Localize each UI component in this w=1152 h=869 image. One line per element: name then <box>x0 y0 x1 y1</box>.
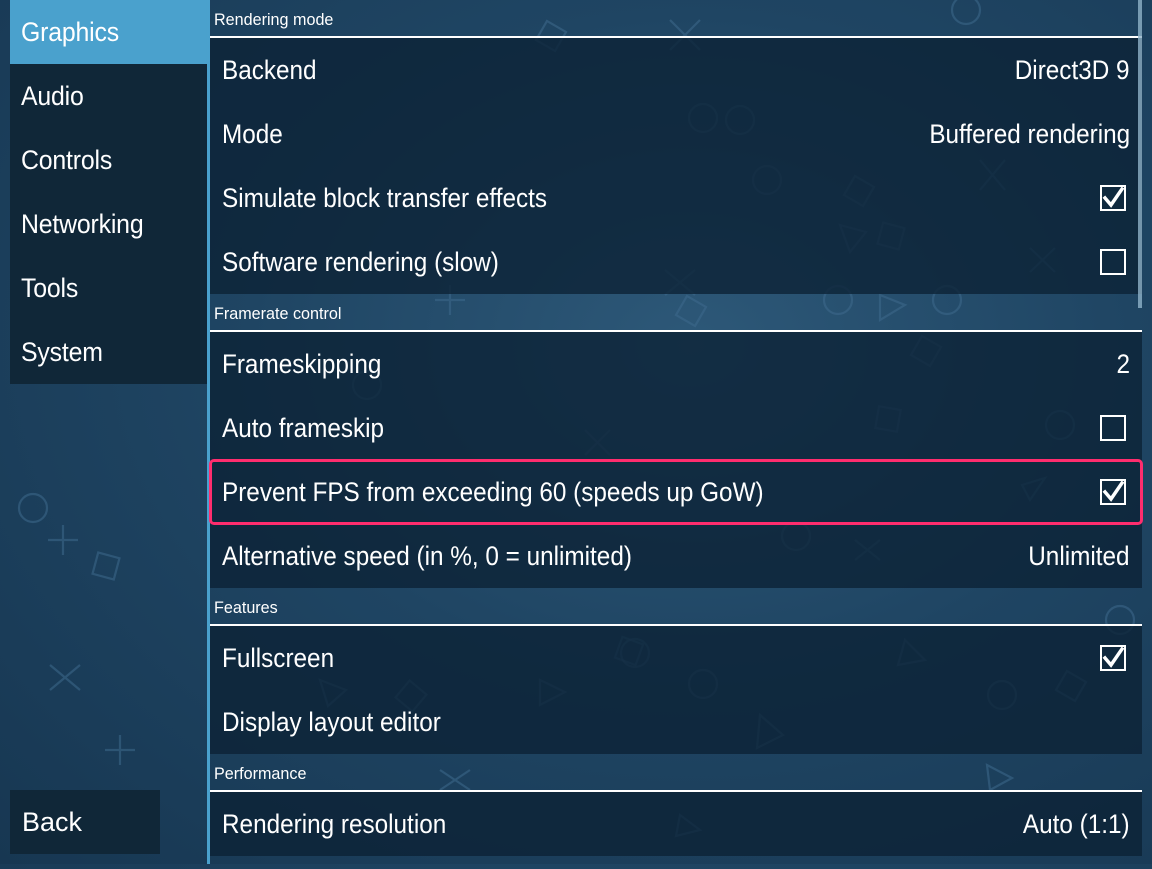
section-title: Features <box>214 598 278 617</box>
mode-setting[interactable]: Mode Buffered rendering <box>210 102 1142 166</box>
back-button[interactable]: Back <box>10 790 160 854</box>
tab-system[interactable]: System <box>10 320 207 384</box>
checkmark-icon <box>1102 481 1124 502</box>
setting-value: Direct3D 9 <box>1015 54 1130 85</box>
rendering-resolution-setting[interactable]: Rendering resolution Auto (1:1) <box>210 792 1142 856</box>
setting-label: Auto frameskip <box>222 412 385 443</box>
section-header-features: Features <box>210 588 1142 626</box>
setting-label: Software rendering (slow) <box>222 246 499 277</box>
setting-value: Buffered rendering <box>929 118 1130 149</box>
tab-controls-label: Controls <box>10 128 207 192</box>
tab-graphics[interactable]: Graphics <box>10 0 207 64</box>
section-title: Performance <box>214 764 307 783</box>
alternative-speed-setting[interactable]: Alternative speed (in %, 0 = unlimited) … <box>210 524 1142 588</box>
framerate-control-group: Frameskipping 2 Auto frameskip Prevent F… <box>209 332 1143 588</box>
back-button-label: Back <box>22 806 83 837</box>
auto-frameskip-setting[interactable]: Auto frameskip <box>210 396 1142 460</box>
prevent-fps-checkbox[interactable] <box>1100 479 1126 505</box>
display-layout-editor-setting[interactable]: Display layout editor <box>210 690 1142 754</box>
rendering-mode-group: Backend Direct3D 9 Mode Buffered renderi… <box>210 38 1142 294</box>
setting-label: Display layout editor <box>222 706 441 737</box>
tab-system-label: System <box>10 320 207 384</box>
section-header-rendering-mode: Rendering mode <box>210 0 1142 38</box>
setting-value: 2 <box>1116 348 1130 379</box>
backend-setting[interactable]: Backend Direct3D 9 <box>210 38 1142 102</box>
section-header-framerate-control: Framerate control <box>210 294 1142 332</box>
setting-label: Rendering resolution <box>222 808 447 839</box>
tab-networking-label: Networking <box>10 192 207 256</box>
setting-label: Fullscreen <box>222 642 335 673</box>
setting-label: Simulate block transfer effects <box>222 182 548 213</box>
settings-panel: Rendering mode Backend Direct3D 9 Mode B… <box>209 0 1143 856</box>
features-group: Fullscreen Display layout editor <box>210 626 1142 754</box>
setting-label: Alternative speed (in %, 0 = unlimited) <box>222 540 632 571</box>
tab-controls[interactable]: Controls <box>10 128 207 192</box>
tab-graphics-label: Graphics <box>10 0 207 64</box>
setting-label: Prevent FPS from exceeding 60 (speeds up… <box>222 476 764 507</box>
tab-tools[interactable]: Tools <box>10 256 207 320</box>
settings-tab-list: Graphics Audio Controls Networking Tools… <box>10 0 207 384</box>
tab-audio[interactable]: Audio <box>10 64 207 128</box>
fullscreen-setting[interactable]: Fullscreen <box>210 626 1142 690</box>
setting-value: Unlimited <box>1028 540 1130 571</box>
setting-label: Backend <box>222 54 317 85</box>
frameskipping-setting[interactable]: Frameskipping 2 <box>210 332 1142 396</box>
software-rendering-checkbox[interactable] <box>1100 249 1126 275</box>
setting-value: Auto (1:1) <box>1023 808 1130 839</box>
tab-tools-label: Tools <box>10 256 207 320</box>
block-transfer-checkbox[interactable] <box>1100 185 1126 211</box>
checkmark-icon <box>1102 187 1124 208</box>
scrollbar[interactable] <box>1138 0 1142 308</box>
tab-audio-label: Audio <box>10 64 207 128</box>
setting-label: Frameskipping <box>222 348 382 379</box>
section-title: Framerate control <box>214 304 342 323</box>
fullscreen-checkbox[interactable] <box>1100 645 1126 671</box>
block-transfer-setting[interactable]: Simulate block transfer effects <box>210 166 1142 230</box>
performance-group: Rendering resolution Auto (1:1) <box>210 792 1142 856</box>
prevent-fps-setting[interactable]: Prevent FPS from exceeding 60 (speeds up… <box>209 459 1143 525</box>
auto-frameskip-checkbox[interactable] <box>1100 415 1126 441</box>
setting-label: Mode <box>222 118 283 149</box>
software-rendering-setting[interactable]: Software rendering (slow) <box>210 230 1142 294</box>
tab-networking[interactable]: Networking <box>10 192 207 256</box>
section-header-performance: Performance <box>210 754 1142 792</box>
section-title: Rendering mode <box>214 10 334 29</box>
checkmark-icon <box>1102 647 1124 668</box>
